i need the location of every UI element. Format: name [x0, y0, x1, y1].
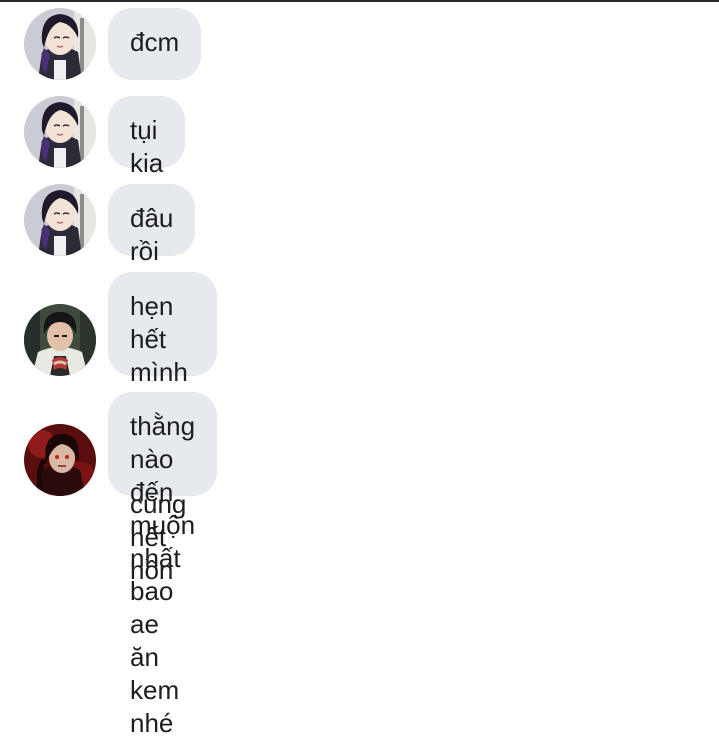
message-bubble: đâu rồi: [108, 184, 196, 266]
avatar[interactable]: [24, 8, 96, 80]
shinobu-avatar-image: [24, 8, 96, 80]
message-bubble: hẹn hết mình mà đến muộn cũng hết hồn: [108, 272, 218, 585]
message-bubble: tụi kia: [108, 96, 186, 178]
message-bubble: đcm: [108, 8, 202, 80]
avatar[interactable]: [24, 184, 96, 256]
avatar[interactable]: [24, 304, 96, 376]
top-divider: [0, 0, 719, 2]
avatar[interactable]: [24, 424, 96, 496]
message-bubble: thằng nào đến muộn nhất bao ae ăn kem nh…: [108, 392, 218, 738]
avatar[interactable]: [24, 96, 96, 168]
shinobu-avatar-image: [24, 184, 96, 256]
dark-hair-avatar-image: [24, 304, 96, 376]
shinobu-avatar-image: [24, 96, 96, 168]
red-demon-avatar-image: [24, 424, 96, 496]
